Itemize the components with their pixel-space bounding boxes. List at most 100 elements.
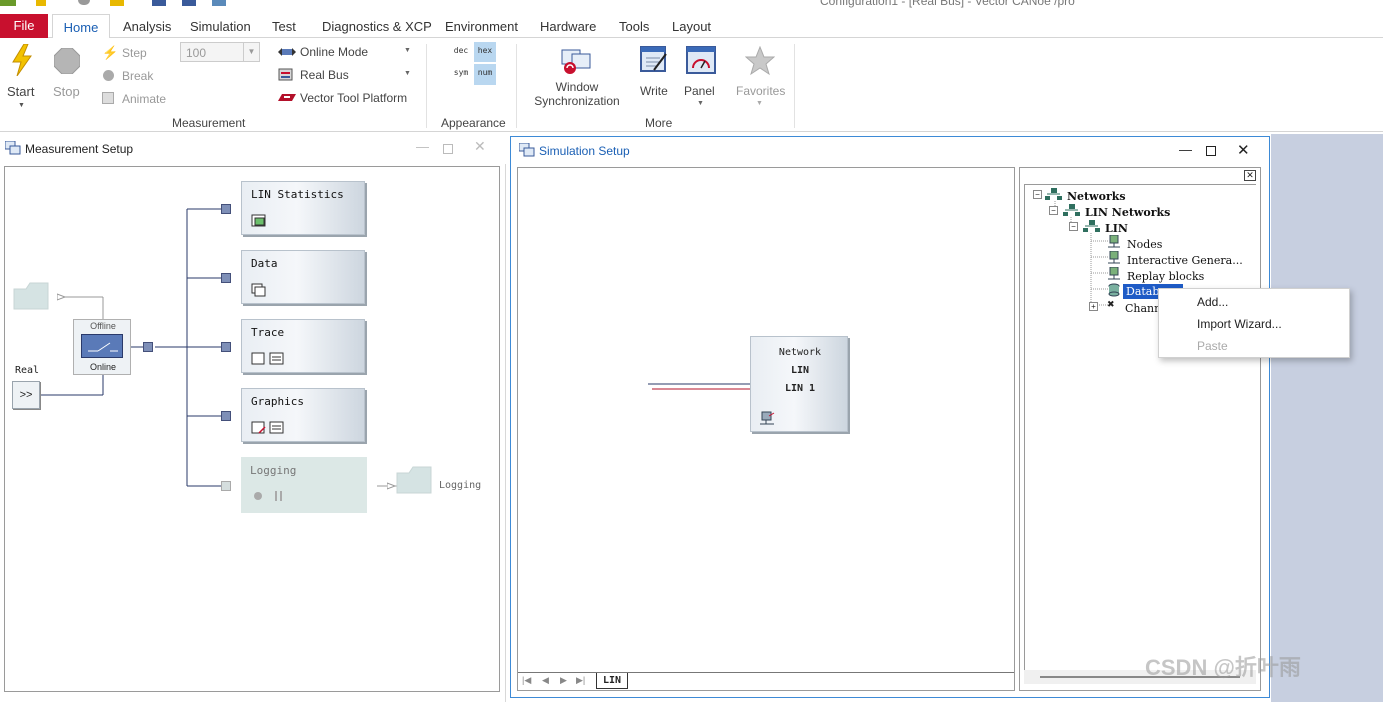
chevron-down-icon: ▼ [756,100,763,107]
tab-home[interactable]: Home [52,14,110,39]
collapse-icon[interactable]: − [1069,222,1078,231]
trace-block[interactable]: Trace [241,319,365,373]
vector-tool-platform-button[interactable]: Vector Tool Platform [278,90,418,108]
measurement-setup-icon [5,141,21,155]
minimize-icon[interactable]: — [1179,142,1192,157]
animate-factor-value: 100 [186,46,207,60]
tab-analysis[interactable]: Analysis [123,14,171,38]
panel-button[interactable]: Panel ▼ [682,42,722,110]
maximize-icon[interactable] [443,144,453,154]
ribbon: Start ▼ Stop ⚡ Step Break Animate 100 ▼ … [0,38,1383,132]
tree-networks[interactable]: Networks [1067,190,1126,203]
ribbon-tabs: File Home Analysis Simulation Test Diagn… [0,14,1383,39]
dec-toggle[interactable]: dec [448,42,474,62]
close-icon[interactable]: ✕ [474,138,486,155]
quick-stop-icon[interactable] [78,0,90,5]
tree-lin-networks[interactable]: LIN Networks [1085,206,1170,219]
num-toggle[interactable]: num [474,64,496,84]
maximize-icon[interactable] [1206,146,1216,156]
tab-hardware[interactable]: Hardware [540,14,596,38]
quick-saveas-icon[interactable] [182,0,196,6]
tab-file[interactable]: File [0,14,48,38]
tree-interactive-generator[interactable]: Interactive Genera... [1127,254,1243,267]
next-tab-icon[interactable]: ▶ [560,675,567,686]
start-label: Start [7,84,35,99]
chevron-down-icon: ▼ [404,70,411,77]
stop-label: Stop [53,84,80,99]
animate-factor-select[interactable]: 100 ▼ [180,42,260,62]
connector-node[interactable] [143,342,153,352]
context-menu-import-wizard[interactable]: Import Wizard... [1197,317,1282,331]
group-label-appearance: Appearance [441,116,506,130]
network-lin-block[interactable]: Network LIN LIN 1 [750,336,848,432]
tab-lin[interactable]: LIN [596,673,629,689]
write-button[interactable]: Write [636,42,674,106]
tree-view: − Networks − LIN Networks − LIN Nodes In… [1024,184,1256,676]
connector-node[interactable] [221,411,231,421]
first-tab-icon[interactable]: |◀ [522,675,531,686]
tab-tools[interactable]: Tools [619,14,649,38]
last-tab-icon[interactable]: ▶| [576,675,585,686]
tab-layout[interactable]: Layout [672,14,711,38]
group-separator [794,44,795,128]
context-menu-paste[interactable]: Paste [1197,339,1228,353]
arrow-right-icon [57,293,67,301]
workspace-background [1271,134,1383,702]
write-label: Write [640,84,668,98]
tree-lin[interactable]: LIN [1105,222,1128,235]
minimize-icon[interactable]: — [416,139,429,154]
tree-replay-blocks[interactable]: Replay blocks [1127,270,1204,283]
offline-online-switch[interactable]: Offline Online [73,319,131,375]
quick-save-icon[interactable] [152,0,166,6]
graphics-block[interactable]: Graphics [241,388,365,442]
favorites-button[interactable]: Favorites ▼ [732,42,788,110]
real-bus-button[interactable]: Real Bus ▼ [278,67,416,85]
tree-channels[interactable]: Chann [1125,302,1161,315]
measurement-setup-title: Measurement Setup [25,142,134,156]
write-icon [640,46,667,72]
real-bus-icon [278,68,293,81]
tab-environment[interactable]: Environment [445,14,518,38]
star-icon [745,46,775,76]
vector-tool-platform-label: Vector Tool Platform [300,91,408,105]
connector-node[interactable] [221,273,231,283]
tab-test[interactable]: Test [272,14,296,38]
online-mode-button[interactable]: Online Mode ▼ [278,44,416,62]
group-separator [516,44,517,128]
stop-button[interactable]: Stop [52,42,84,106]
simulation-setup-header: Simulation Setup — ✕ [511,137,1269,165]
quick-config-icon[interactable] [212,0,226,6]
connector-node[interactable] [221,342,231,352]
step-button[interactable]: ⚡ Step [100,44,170,62]
group-separator [426,44,427,128]
quick-open-icon[interactable] [110,0,124,6]
collapse-icon[interactable]: − [1033,190,1042,199]
collapse-icon[interactable]: − [1049,206,1058,215]
logging-block[interactable]: Logging [241,457,367,513]
quick-start-icon[interactable] [36,0,46,6]
close-icon[interactable]: ✕ [1237,141,1250,159]
window-synchronization-button[interactable]: Window Synchronization [530,42,624,112]
expand-icon[interactable]: + [1089,302,1098,311]
connector-node[interactable] [221,481,231,491]
sym-toggle[interactable]: sym [448,64,474,84]
tree-nodes[interactable]: Nodes [1127,238,1162,251]
real-bus-source-button[interactable]: >> [12,381,40,409]
tab-diagnostics[interactable]: Diagnostics & XCP [322,14,432,38]
context-menu-add[interactable]: Add... [1197,295,1228,309]
panel-icon [686,46,716,74]
close-icon[interactable]: ✕ [1244,170,1256,181]
connector-node[interactable] [221,204,231,214]
simulation-setup-title: Simulation Setup [539,144,630,158]
break-button[interactable]: Break [100,67,170,85]
network-block-line3: LIN 1 [784,383,816,394]
start-button[interactable]: Start ▼ [6,42,38,109]
vector-tool-platform-icon [278,94,296,101]
lin-statistics-block[interactable]: LIN Statistics [241,181,365,235]
animate-button[interactable]: Animate [100,90,180,108]
graphics-icon [251,421,284,434]
hex-toggle[interactable]: hex [474,42,496,62]
data-block[interactable]: Data [241,250,365,304]
prev-tab-icon[interactable]: ◀ [542,675,549,686]
tab-simulation[interactable]: Simulation [190,14,251,38]
